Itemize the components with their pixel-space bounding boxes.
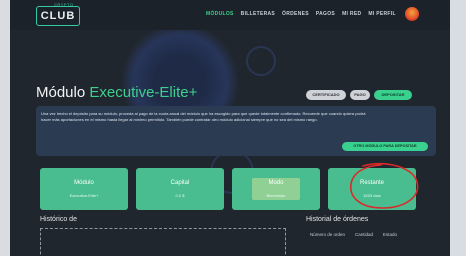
page-title-prefix: Módulo xyxy=(36,84,90,101)
stat-card-capital: Capital 0.0 $ xyxy=(136,168,224,210)
depositar-button[interactable]: DEPOSITAR xyxy=(374,90,412,100)
column-header-order-number[interactable]: Número de orden xyxy=(310,232,345,237)
orders-table-header: Número de orden Cantidad Estado xyxy=(310,232,397,237)
stat-value: Executive-Elite+ xyxy=(69,193,99,198)
stat-label: Modo xyxy=(268,180,284,186)
background-ring-decoration xyxy=(246,46,276,76)
red-annotation-circle xyxy=(350,162,419,209)
brand-logo-subtitle: CRYPTO xyxy=(54,2,74,7)
column-header-status[interactable]: Estado xyxy=(383,232,397,237)
stat-label: Módulo xyxy=(74,180,94,186)
stat-value: 0.0 $ xyxy=(175,193,185,198)
stat-label: Capital xyxy=(170,180,190,186)
history-chart-area xyxy=(40,228,286,256)
nav-item-mi-red[interactable]: MI RED xyxy=(342,11,361,17)
otro-modulo-button-label: OTRO MÓDULO PARA DEPOSITAR xyxy=(353,144,417,148)
orders-section-title: Historial de órdenes xyxy=(306,216,369,223)
stat-value: Bimestrale xyxy=(266,193,286,198)
pago-button-label: PAGO xyxy=(354,92,366,97)
app-window: CLUB CRYPTO MÓDULOS BILLETERAS ÓRDENES P… xyxy=(10,0,450,256)
top-navigation-bar: CLUB CRYPTO MÓDULOS BILLETERAS ÓRDENES P… xyxy=(10,0,450,30)
history-section-title: Histórico de xyxy=(40,216,77,223)
pago-button[interactable]: PAGO xyxy=(350,90,370,100)
certificado-button[interactable]: CERTIFICADO xyxy=(306,90,346,100)
column-header-quantity[interactable]: Cantidad xyxy=(355,232,373,237)
stat-card-modo: Modo Bimestrale xyxy=(232,168,320,210)
stat-card-modulo: Módulo Executive-Elite+ xyxy=(40,168,128,210)
nav-item-mi-perfil[interactable]: MI PERFIL xyxy=(368,11,395,17)
user-avatar[interactable] xyxy=(405,7,419,21)
nav-item-modulos[interactable]: MÓDULOS xyxy=(206,11,234,17)
deposit-info-card: Una vez hecho el depósito para su módulo… xyxy=(36,106,436,156)
main-navigation: MÓDULOS BILLETERAS ÓRDENES PAGOS MI RED … xyxy=(206,11,396,17)
nav-item-pagos[interactable]: PAGOS xyxy=(316,11,335,17)
brand-logo[interactable]: CLUB xyxy=(36,6,80,26)
nav-item-ordenes[interactable]: ÓRDENES xyxy=(282,11,309,17)
otro-modulo-button[interactable]: OTRO MÓDULO PARA DEPOSITAR xyxy=(342,142,428,151)
depositar-button-label: DEPOSITAR xyxy=(381,92,405,97)
page-title-module-name: Executive-Elite+ xyxy=(89,84,198,101)
page-title: Módulo Executive-Elite+ xyxy=(36,84,197,101)
deposit-info-text: Una vez hecho el depósito para su módulo… xyxy=(41,111,366,123)
certificado-button-label: CERTIFICADO xyxy=(312,92,340,97)
nav-item-billeteras[interactable]: BILLETERAS xyxy=(241,11,275,17)
